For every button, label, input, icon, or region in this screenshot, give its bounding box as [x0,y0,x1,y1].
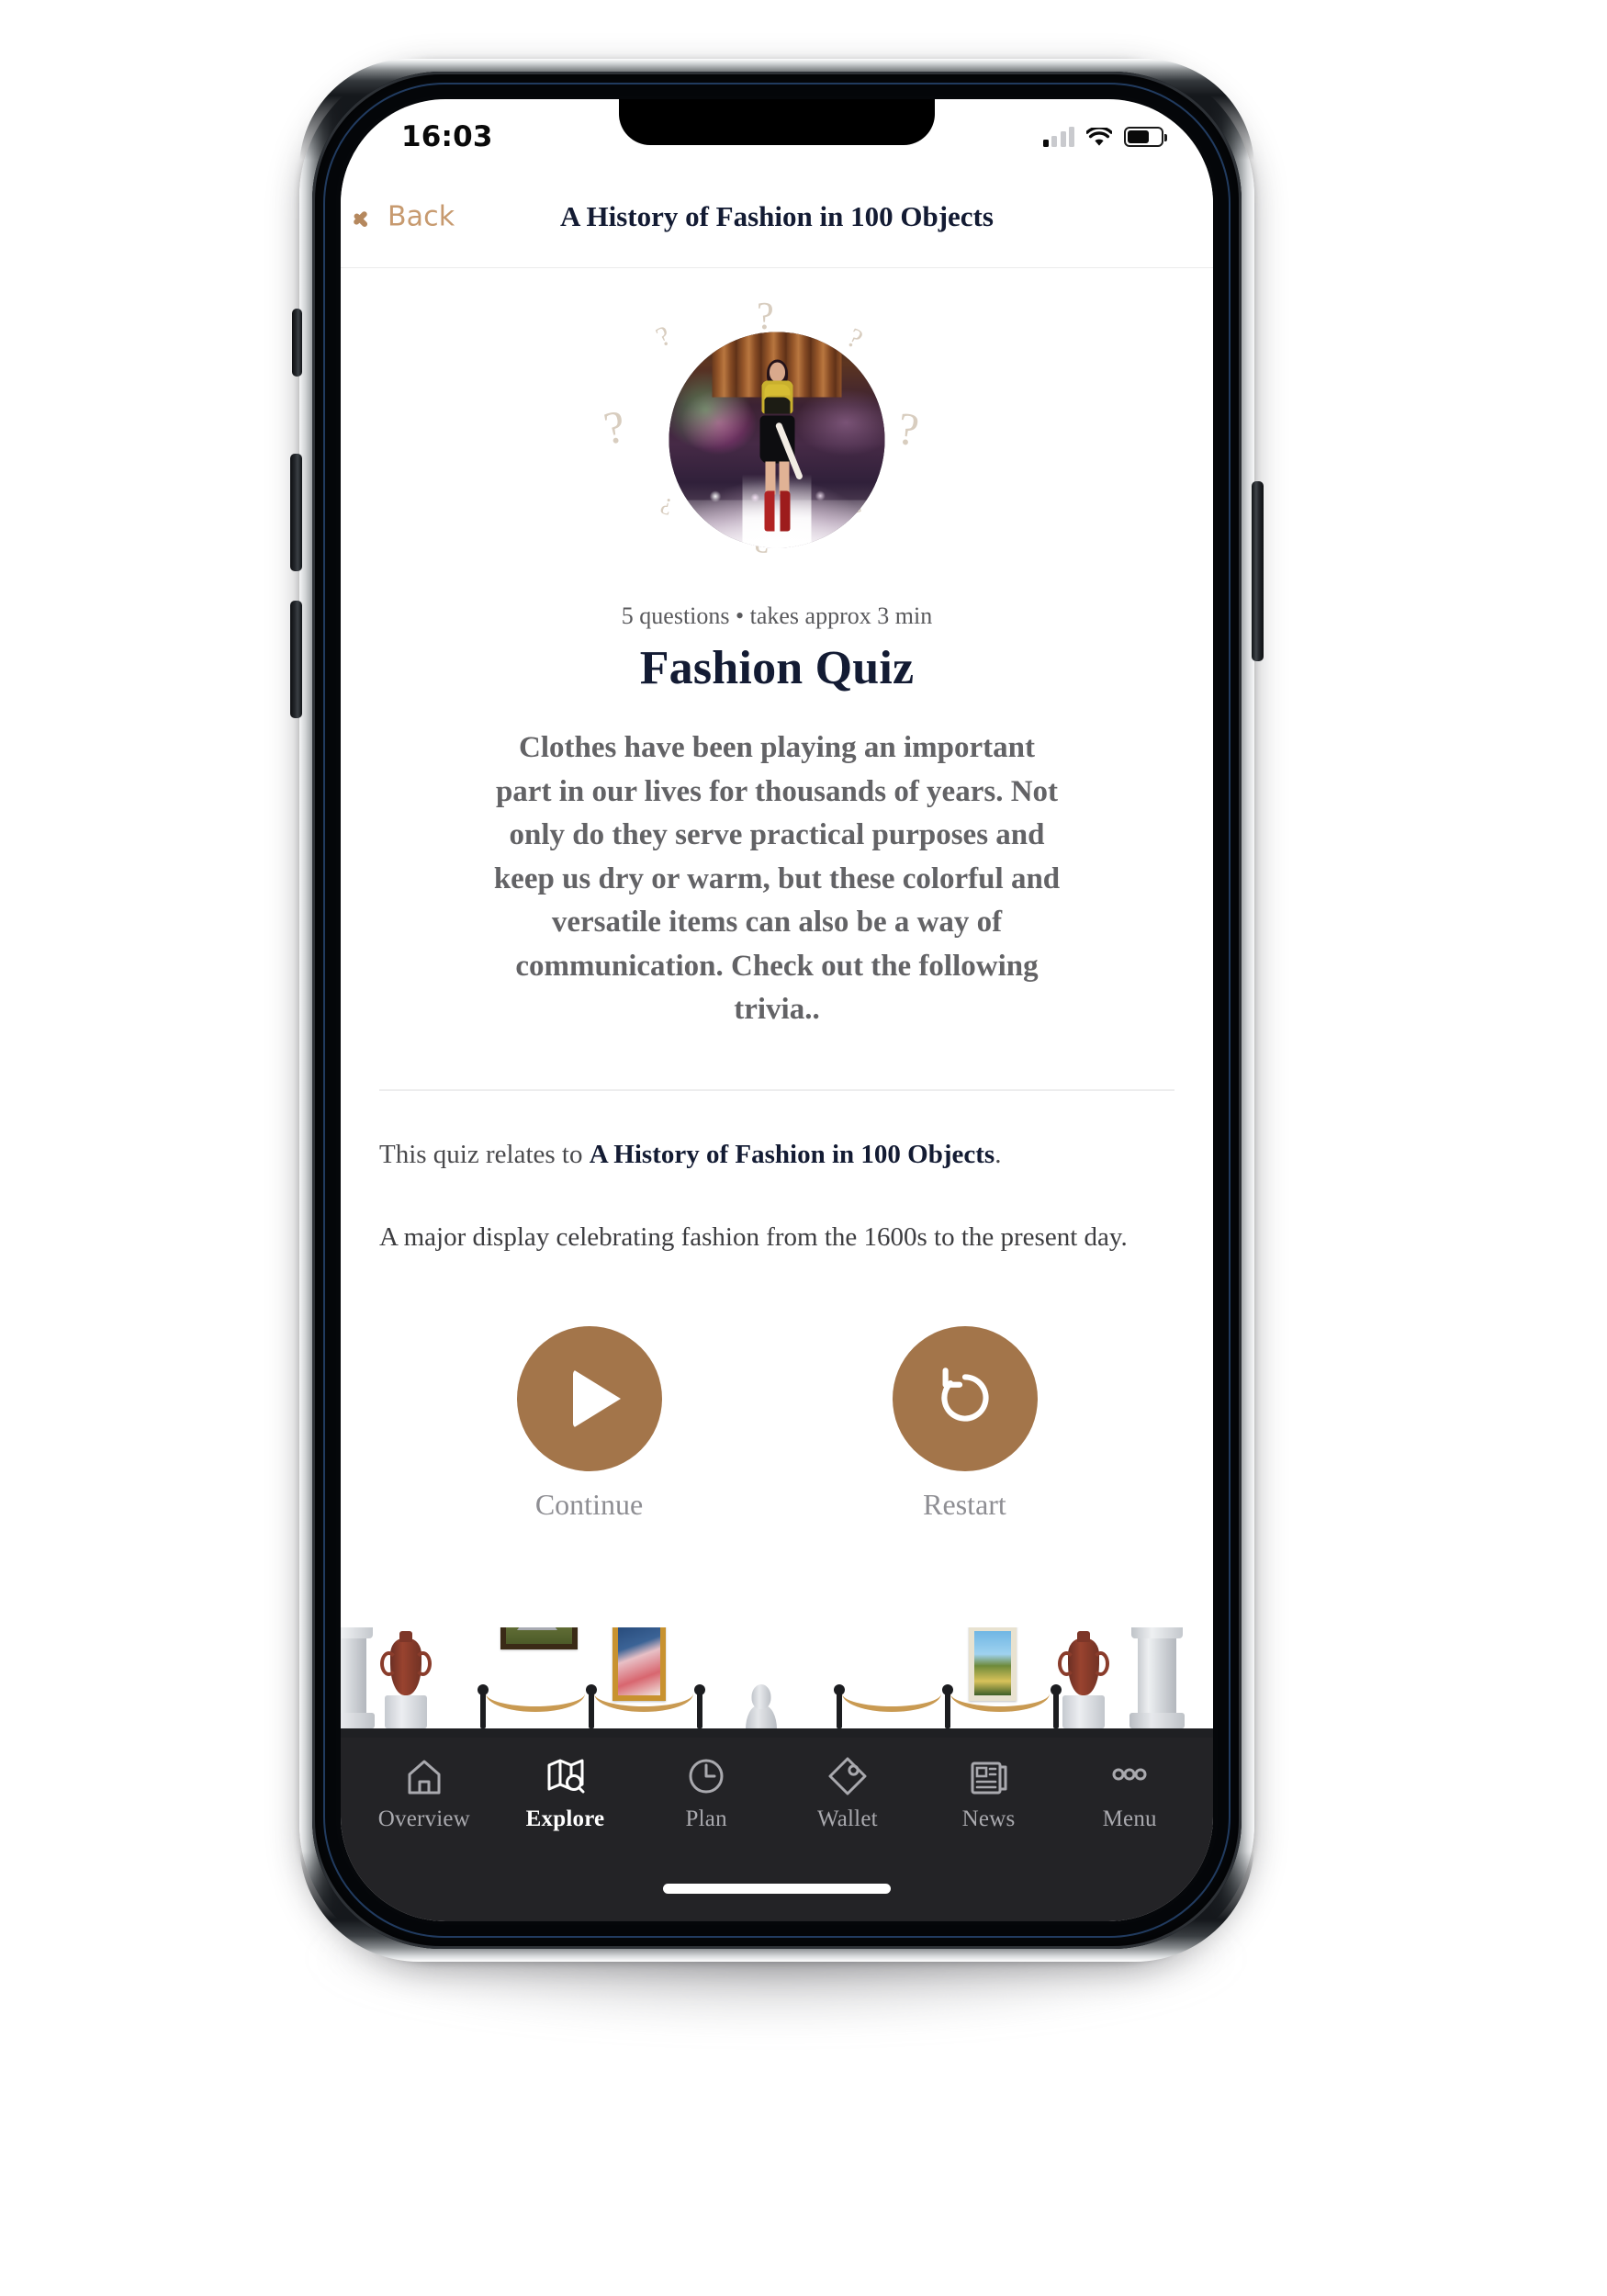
tab-news-label: News [961,1806,1016,1831]
tab-overview[interactable]: Overview [354,1754,495,1921]
quiz-hero-image [669,332,885,548]
quiz-action-row: Continue Restart [379,1326,1174,1522]
restart-button-label: Restart [923,1488,1006,1522]
screenshot-canvas: 16:03 Back A History of Fashion in 100 O… [0,0,1607,2296]
battery-level-fill [1128,130,1150,143]
quiz-content-scroll[interactable]: ? ? ? ? ? ? ? ? [341,268,1213,1738]
quiz-hero: ? ? ? ? ? ? ? ? [575,298,979,582]
battery-icon [1124,127,1167,147]
wifi-icon [1085,125,1113,147]
clock-icon [684,1754,728,1798]
tab-explore[interactable]: Explore [495,1754,636,1921]
play-icon [572,1369,621,1429]
ticket-tag-icon [826,1754,870,1798]
power-button[interactable] [1252,481,1264,661]
relates-prefix: This quiz relates to [379,1139,590,1169]
map-search-icon [544,1754,588,1798]
tab-plan-label: Plan [685,1806,727,1831]
quiz-meta-line: 5 questions • takes approx 3 min [621,602,933,629]
quiz-title: Fashion Quiz [639,642,915,694]
tab-menu[interactable]: Menu [1059,1754,1200,1921]
silent-switch-button[interactable] [292,309,302,377]
relates-exhibit-name[interactable]: A History of Fashion in 100 Objects [590,1140,995,1169]
continue-button-label: Continue [534,1488,644,1522]
tab-explore-label: Explore [525,1806,605,1831]
home-icon [402,1754,446,1798]
navigation-bar: Back A History of Fashion in 100 Objects [341,165,1213,268]
continue-quiz-button[interactable] [516,1326,662,1472]
restart-action: Restart [855,1326,1075,1522]
tab-wallet[interactable]: Wallet [777,1754,918,1921]
device-notch [619,99,935,145]
question-mark-icon: ? [600,400,629,455]
page-title: A History of Fashion in 100 Objects [560,199,994,232]
tab-overview-label: Overview [377,1806,470,1831]
status-bar-clock: 16:03 [401,120,493,153]
back-button-label: Back [388,200,455,232]
home-indicator[interactable] [663,1884,891,1894]
exhibit-description: A major display celebrating fashion from… [379,1222,1128,1252]
back-button[interactable]: Back [363,200,455,232]
tab-plan[interactable]: Plan [635,1754,777,1921]
three-dots-icon [1107,1754,1152,1798]
chevron-left-icon [363,202,379,231]
phone-screen: 16:03 Back A History of Fashion in 100 O… [341,99,1213,1921]
question-mark-icon: ? [894,401,922,456]
question-mark-icon: ? [757,296,774,338]
bottom-tab-bar: Overview Explore Plan Wallet News Menu [341,1738,1213,1921]
quiz-relates-to: This quiz relates to A History of Fashio… [379,1133,1174,1176]
status-bar-indicators [1042,125,1167,147]
restart-counterclockwise-icon [930,1363,1000,1435]
volume-down-button[interactable] [290,601,302,718]
relates-suffix: . [995,1139,1002,1169]
section-divider [379,1088,1174,1091]
newspaper-icon [967,1754,1011,1798]
tab-menu-label: Menu [1102,1806,1157,1831]
quiz-description: Clothes have been playing an important p… [493,731,1061,1027]
restart-quiz-button[interactable] [892,1326,1038,1472]
tab-news[interactable]: News [918,1754,1060,1921]
volume-up-button[interactable] [290,454,302,571]
tab-wallet-label: Wallet [816,1806,878,1831]
continue-action: Continue [479,1326,700,1522]
cellular-signal-icon [1042,127,1074,147]
